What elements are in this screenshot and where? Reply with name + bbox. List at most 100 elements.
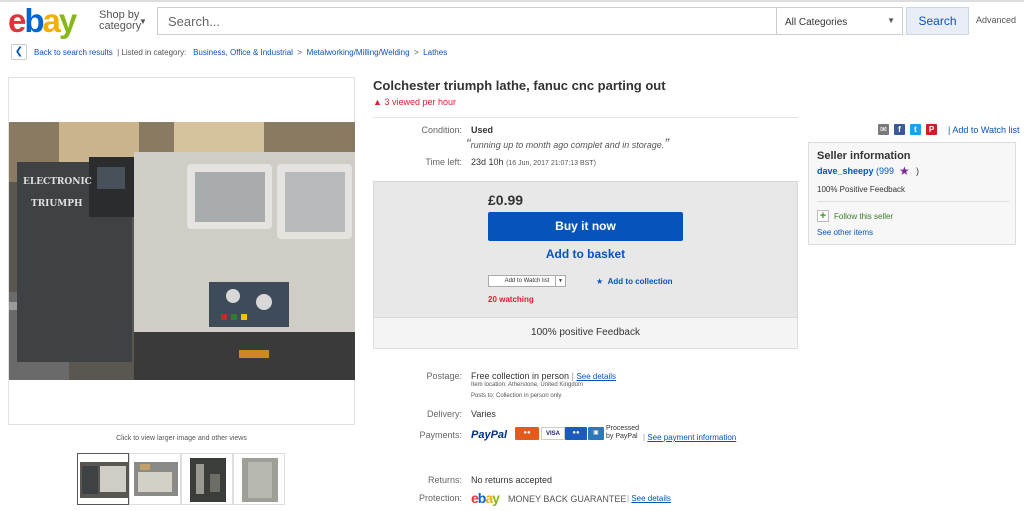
title-divider [373, 117, 798, 118]
logo-letter-e: e [8, 2, 26, 39]
thumbnail-3[interactable] [181, 453, 233, 505]
item-location: Item location: Atherstone, United Kingdo… [471, 382, 584, 388]
logo-letter-y: y [58, 2, 77, 39]
see-payment-info-link[interactable]: See payment information [647, 433, 736, 442]
add-to-watch-list-button[interactable]: Add to Watch list ▼ [488, 275, 566, 287]
shop-by-line2: category [99, 20, 142, 32]
shop-by-category-button[interactable]: Shop by category ▼ [99, 10, 147, 32]
twitter-icon[interactable]: t [910, 124, 921, 135]
flame-icon: ▲ [373, 97, 382, 107]
breadcrumb-item-lathes[interactable]: Lathes [423, 48, 447, 57]
delivery-label: Delivery: [426, 409, 462, 419]
search-input[interactable] [158, 8, 776, 34]
breadcrumb-item-business[interactable]: Business, Office & Industrial [193, 48, 293, 57]
time-left: 23d 10h [471, 157, 504, 167]
mbg-see-details-link[interactable]: See details [631, 494, 671, 503]
email-icon[interactable]: ✉ [878, 124, 889, 135]
breadcrumb-item-metalworking[interactable]: Metalworking/Milling/Welding [307, 48, 410, 57]
processed-line2: by PayPal [606, 433, 638, 440]
chevron-down-icon: ▼ [887, 16, 895, 25]
mbg-letter-e: e [471, 490, 479, 506]
breadcrumb: Back to search results | Listed in categ… [34, 48, 447, 57]
back-arrow-icon[interactable]: ❮ [11, 44, 27, 60]
returns-value: No returns accepted [471, 475, 553, 485]
breadcrumb-separator: > [295, 48, 305, 57]
buy-it-now-button[interactable]: Buy it now [488, 212, 683, 241]
item-title: Colchester triumph lathe, fanuc cnc part… [373, 78, 666, 93]
star-icon: ★ [596, 277, 604, 286]
add-to-watch-list-link[interactable]: | Add to Watch list [948, 125, 1020, 135]
condition-quote: running up to month ago complet and in s… [470, 140, 665, 150]
main-product-image[interactable]: ELECTRONIC TRIUMPH [9, 122, 355, 380]
close-quote: ” [664, 135, 669, 151]
back-to-results-link[interactable]: Back to search results [34, 48, 113, 57]
ebay-mbg-logo: ebay [471, 490, 500, 506]
photo-label-electronic: ELECTRONIC [23, 177, 92, 187]
search-bar: All Categories ▼ [157, 7, 903, 35]
plus-icon[interactable]: + [817, 210, 829, 222]
follow-seller-link[interactable]: Follow this seller [834, 212, 893, 221]
seller-information-panel: Seller information dave_sheepy (999 ★ ) … [808, 142, 1016, 245]
view-larger-caption: Click to view larger image and other vie… [116, 435, 247, 442]
paypal-logo: PayPal [471, 429, 508, 441]
main-image-frame[interactable]: ELECTRONIC TRIUMPH [8, 77, 355, 425]
thumbnail-1[interactable] [77, 453, 129, 505]
watch-button-label: Add to Watch list [504, 278, 550, 284]
add-to-basket-button[interactable]: Add to basket [488, 247, 683, 261]
condition-value: Used [471, 125, 494, 135]
protection-label: Protection: [418, 493, 462, 503]
postage-value: Free collection in person | See details [471, 371, 616, 381]
category-select-value: All Categories [785, 17, 848, 28]
visa-logo: VISA [541, 427, 565, 440]
condition-label: Condition: [421, 125, 462, 135]
mastercard-icon: ●● [515, 427, 539, 440]
seller-info-title: Seller information [817, 150, 911, 162]
seller-name-link[interactable]: dave_sheepy [817, 166, 874, 176]
viewed-text: 3 viewed per hour [384, 97, 456, 107]
top-border [0, 0, 1024, 2]
add-to-collection-link[interactable]: ★ Add to collection [596, 277, 673, 286]
payment-info: | See payment information [643, 433, 736, 442]
logo-letter-a: a [42, 2, 61, 39]
posts-to: Posts to: Collection in person only [471, 393, 562, 399]
category-select[interactable]: All Categories ▼ [776, 8, 903, 34]
item-price: £0.99 [488, 192, 524, 208]
postage-label: Postage: [426, 371, 462, 381]
chevron-down-icon[interactable]: ▼ [555, 276, 565, 286]
advanced-search-link[interactable]: Advanced [976, 15, 1016, 25]
postage-separator: | [571, 371, 574, 381]
chevron-down-icon: ▼ [139, 17, 147, 26]
seller-positive-feedback: 100% Positive Feedback [817, 185, 906, 194]
seller-divider [817, 201, 1009, 202]
payment-separator: | [643, 433, 646, 442]
processed-by-paypal: Processed by PayPal [606, 425, 639, 441]
ebay-logo[interactable]: ebay [8, 4, 92, 38]
facebook-icon[interactable]: f [894, 124, 905, 135]
photo-label-triumph: TRIUMPH [31, 199, 83, 209]
pinterest-icon[interactable]: P [926, 124, 937, 135]
delivery-value: Varies [471, 409, 496, 419]
breadcrumb-separator: > [411, 48, 421, 57]
seller-score-close-paren: ) [916, 166, 919, 176]
positive-feedback-bar: 100% positive Feedback [373, 318, 798, 349]
time-left-detail: (16 Jun, 2017 21:07:13 BST) [506, 160, 596, 167]
viewed-per-hour: ▲ 3 viewed per hour [373, 97, 456, 107]
listed-in-label: | Listed in category: [117, 48, 187, 57]
thumbnail-2[interactable] [129, 453, 181, 505]
amex-icon: ▣ [588, 427, 604, 440]
payments-label: Payments: [419, 430, 462, 440]
see-details-link[interactable]: See details [576, 372, 616, 381]
condition-description: “running up to month ago complet and in … [466, 135, 669, 151]
mbg-letter-y: y [492, 490, 500, 506]
returns-label: Returns: [427, 475, 462, 485]
see-other-items-link[interactable]: See other items [817, 228, 873, 237]
money-back-guarantee: MONEY BACK GUARANTEE [508, 494, 627, 504]
maestro-icon: ●● [565, 427, 587, 440]
time-left-label: Time left: [425, 157, 462, 167]
thumbnail-4[interactable] [233, 453, 285, 505]
seller-feedback-score[interactable]: (999 [876, 166, 894, 176]
feedback-star-icon: ★ [899, 164, 910, 178]
buy-box: £0.99 Buy it now Add to basket Add to Wa… [373, 181, 798, 318]
search-button[interactable]: Search [906, 7, 969, 35]
time-left-value: 23d 10h (16 Jun, 2017 21:07:13 BST) [471, 157, 596, 167]
